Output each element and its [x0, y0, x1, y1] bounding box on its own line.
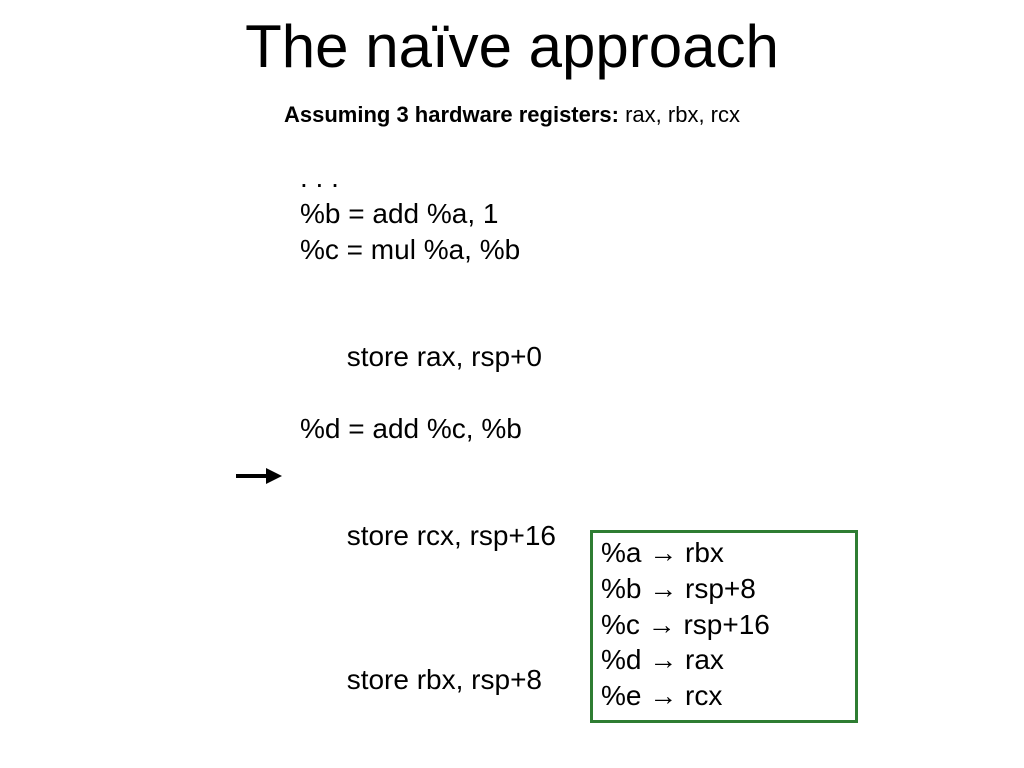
- highlight-bar: [296, 592, 586, 733]
- highlight-bar: [296, 735, 586, 768]
- register-mapping-box: %a → rbx %b → rsp+8 %c → rsp+16 %d → rax…: [590, 530, 858, 723]
- arrow-icon: [234, 465, 282, 487]
- subtitle-registers: rax, rbx, rcx: [625, 102, 740, 127]
- mapping-row: %e → rcx: [601, 678, 847, 714]
- slide: The naïve approach Assuming 3 hardware r…: [0, 0, 1024, 768]
- code-block: . . . %b = add %a, 1 %c = mul %a, %b sto…: [300, 160, 556, 768]
- code-line: . . .: [300, 160, 556, 196]
- code-text: store rax, rsp+0: [347, 341, 542, 372]
- code-line: %b = add %a, 1: [300, 196, 556, 232]
- code-line-highlighted: rbx = load rsp+0: [300, 733, 556, 768]
- mapping-row: %d → rax: [601, 642, 847, 678]
- code-line: %d = add %c, %b: [300, 411, 556, 447]
- code-line-highlighted: store rcx, rsp+16: [300, 447, 556, 590]
- code-line: %c = mul %a, %b: [300, 232, 556, 268]
- subtitle-bold: Assuming 3 hardware registers:: [284, 102, 625, 127]
- code-text: store rcx, rsp+16: [347, 520, 556, 551]
- mapping-row: %b → rsp+8: [601, 571, 847, 607]
- slide-subtitle: Assuming 3 hardware registers: rax, rbx,…: [0, 102, 1024, 128]
- code-text: store rbx, rsp+8: [347, 664, 542, 695]
- code-line-highlighted: store rbx, rsp+8: [300, 590, 556, 733]
- code-line-highlighted: store rax, rsp+0: [300, 267, 556, 410]
- mapping-row: %c → rsp+16: [601, 607, 847, 643]
- mapping-row: %a → rbx: [601, 535, 847, 571]
- slide-title: The naïve approach: [0, 12, 1024, 81]
